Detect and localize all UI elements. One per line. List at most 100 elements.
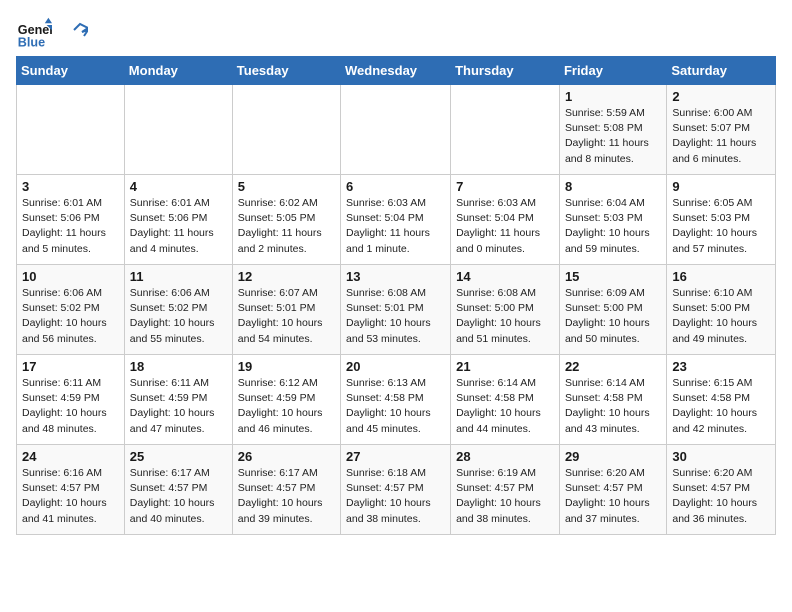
calendar-cell: 5 Sunrise: 6:02 AM Sunset: 5:05 PM Daylig… <box>232 175 340 265</box>
day-number: 13 <box>346 269 445 284</box>
day-number: 17 <box>22 359 119 374</box>
calendar-cell: 19 Sunrise: 6:12 AM Sunset: 4:59 PM Dayli… <box>232 355 340 445</box>
col-header-friday: Friday <box>559 57 666 85</box>
day-info: Sunrise: 6:20 AM Sunset: 4:57 PM Dayligh… <box>565 466 661 527</box>
calendar-cell: 13 Sunrise: 6:08 AM Sunset: 5:01 PM Dayli… <box>341 265 451 355</box>
day-number: 5 <box>238 179 335 194</box>
calendar-cell: 22 Sunrise: 6:14 AM Sunset: 4:58 PM Dayli… <box>559 355 666 445</box>
calendar-table: SundayMondayTuesdayWednesdayThursdayFrid… <box>16 56 776 535</box>
day-number: 14 <box>456 269 554 284</box>
day-number: 25 <box>130 449 227 464</box>
day-number: 24 <box>22 449 119 464</box>
day-number: 15 <box>565 269 661 284</box>
logo-bird-icon <box>60 20 88 48</box>
calendar-cell: 10Sunrise: 6:06 AM Sunset: 5:02 PM Dayli… <box>17 265 125 355</box>
calendar-cell: 17Sunrise: 6:11 AM Sunset: 4:59 PM Dayli… <box>17 355 125 445</box>
day-number: 28 <box>456 449 554 464</box>
col-header-monday: Monday <box>124 57 232 85</box>
calendar-cell: 8 Sunrise: 6:04 AM Sunset: 5:03 PM Daylig… <box>559 175 666 265</box>
day-number: 22 <box>565 359 661 374</box>
calendar-cell: 3Sunrise: 6:01 AM Sunset: 5:06 PM Daylig… <box>17 175 125 265</box>
day-info: Sunrise: 6:10 AM Sunset: 5:00 PM Dayligh… <box>672 286 770 347</box>
day-number: 6 <box>346 179 445 194</box>
day-info: Sunrise: 6:14 AM Sunset: 4:58 PM Dayligh… <box>456 376 554 437</box>
calendar-cell: 20 Sunrise: 6:13 AM Sunset: 4:58 PM Dayli… <box>341 355 451 445</box>
day-info: Sunrise: 5:59 AM Sunset: 5:08 PM Dayligh… <box>565 106 661 167</box>
day-info: Sunrise: 6:08 AM Sunset: 5:00 PM Dayligh… <box>456 286 554 347</box>
svg-text:Blue: Blue <box>18 36 45 50</box>
calendar-cell: 29 Sunrise: 6:20 AM Sunset: 4:57 PM Dayli… <box>559 445 666 535</box>
day-info: Sunrise: 6:04 AM Sunset: 5:03 PM Dayligh… <box>565 196 661 257</box>
day-info: Sunrise: 6:03 AM Sunset: 5:04 PM Dayligh… <box>456 196 554 257</box>
day-number: 3 <box>22 179 119 194</box>
calendar-cell: 24 Sunrise: 6:16 AM Sunset: 4:57 PM Dayli… <box>17 445 125 535</box>
day-info: Sunrise: 6:09 AM Sunset: 5:00 PM Dayligh… <box>565 286 661 347</box>
day-number: 1 <box>565 89 661 104</box>
calendar-cell <box>124 85 232 175</box>
day-info: Sunrise: 6:16 AM Sunset: 4:57 PM Dayligh… <box>22 466 119 527</box>
col-header-sunday: Sunday <box>17 57 125 85</box>
calendar-cell: 16 Sunrise: 6:10 AM Sunset: 5:00 PM Dayli… <box>667 265 776 355</box>
calendar-cell: 6 Sunrise: 6:03 AM Sunset: 5:04 PM Daylig… <box>341 175 451 265</box>
calendar-cell <box>451 85 560 175</box>
day-info: Sunrise: 6:11 AM Sunset: 4:59 PM Dayligh… <box>130 376 227 437</box>
calendar-cell: 25 Sunrise: 6:17 AM Sunset: 4:57 PM Dayli… <box>124 445 232 535</box>
day-info: Sunrise: 6:02 AM Sunset: 5:05 PM Dayligh… <box>238 196 335 257</box>
day-number: 4 <box>130 179 227 194</box>
day-info: Sunrise: 6:03 AM Sunset: 5:04 PM Dayligh… <box>346 196 445 257</box>
day-number: 18 <box>130 359 227 374</box>
day-number: 16 <box>672 269 770 284</box>
day-info: Sunrise: 6:20 AM Sunset: 4:57 PM Dayligh… <box>672 466 770 527</box>
calendar-cell: 11Sunrise: 6:06 AM Sunset: 5:02 PM Dayli… <box>124 265 232 355</box>
day-info: Sunrise: 6:13 AM Sunset: 4:58 PM Dayligh… <box>346 376 445 437</box>
day-number: 9 <box>672 179 770 194</box>
calendar-cell <box>232 85 340 175</box>
day-info: Sunrise: 6:14 AM Sunset: 4:58 PM Dayligh… <box>565 376 661 437</box>
day-info: Sunrise: 6:17 AM Sunset: 4:57 PM Dayligh… <box>130 466 227 527</box>
day-number: 26 <box>238 449 335 464</box>
day-number: 20 <box>346 359 445 374</box>
day-info: Sunrise: 6:06 AM Sunset: 5:02 PM Dayligh… <box>130 286 227 347</box>
day-number: 21 <box>456 359 554 374</box>
calendar-cell: 26Sunrise: 6:17 AM Sunset: 4:57 PM Dayli… <box>232 445 340 535</box>
calendar-cell: 2Sunrise: 6:00 AM Sunset: 5:07 PM Daylig… <box>667 85 776 175</box>
calendar-cell: 28 Sunrise: 6:19 AM Sunset: 4:57 PM Dayli… <box>451 445 560 535</box>
day-number: 27 <box>346 449 445 464</box>
calendar-cell <box>17 85 125 175</box>
header: General Blue <box>16 16 776 52</box>
day-info: Sunrise: 6:07 AM Sunset: 5:01 PM Dayligh… <box>238 286 335 347</box>
day-number: 30 <box>672 449 770 464</box>
col-header-thursday: Thursday <box>451 57 560 85</box>
calendar-cell: 4 Sunrise: 6:01 AM Sunset: 5:06 PM Daylig… <box>124 175 232 265</box>
calendar-cell: 12 Sunrise: 6:07 AM Sunset: 5:01 PM Dayli… <box>232 265 340 355</box>
calendar-cell <box>341 85 451 175</box>
day-info: Sunrise: 6:08 AM Sunset: 5:01 PM Dayligh… <box>346 286 445 347</box>
calendar-cell: 9 Sunrise: 6:05 AM Sunset: 5:03 PM Daylig… <box>667 175 776 265</box>
col-header-saturday: Saturday <box>667 57 776 85</box>
day-info: Sunrise: 6:05 AM Sunset: 5:03 PM Dayligh… <box>672 196 770 257</box>
calendar-cell: 23Sunrise: 6:15 AM Sunset: 4:58 PM Dayli… <box>667 355 776 445</box>
day-number: 12 <box>238 269 335 284</box>
calendar-cell: 15 Sunrise: 6:09 AM Sunset: 5:00 PM Dayli… <box>559 265 666 355</box>
calendar-cell: 7 Sunrise: 6:03 AM Sunset: 5:04 PM Daylig… <box>451 175 560 265</box>
calendar-cell: 21 Sunrise: 6:14 AM Sunset: 4:58 PM Dayli… <box>451 355 560 445</box>
day-info: Sunrise: 6:12 AM Sunset: 4:59 PM Dayligh… <box>238 376 335 437</box>
calendar-cell: 27 Sunrise: 6:18 AM Sunset: 4:57 PM Dayli… <box>341 445 451 535</box>
day-number: 7 <box>456 179 554 194</box>
day-info: Sunrise: 6:19 AM Sunset: 4:57 PM Dayligh… <box>456 466 554 527</box>
day-info: Sunrise: 6:01 AM Sunset: 5:06 PM Dayligh… <box>130 196 227 257</box>
day-info: Sunrise: 6:15 AM Sunset: 4:58 PM Dayligh… <box>672 376 770 437</box>
col-header-tuesday: Tuesday <box>232 57 340 85</box>
calendar-cell: 14 Sunrise: 6:08 AM Sunset: 5:00 PM Dayli… <box>451 265 560 355</box>
day-number: 10 <box>22 269 119 284</box>
day-number: 29 <box>565 449 661 464</box>
day-number: 19 <box>238 359 335 374</box>
logo: General Blue <box>16 16 88 52</box>
day-number: 8 <box>565 179 661 194</box>
calendar-cell: 30 Sunrise: 6:20 AM Sunset: 4:57 PM Dayli… <box>667 445 776 535</box>
calendar-cell: 1 Sunrise: 5:59 AM Sunset: 5:08 PM Daylig… <box>559 85 666 175</box>
logo-icon: General Blue <box>16 16 52 52</box>
calendar-cell: 18 Sunrise: 6:11 AM Sunset: 4:59 PM Dayli… <box>124 355 232 445</box>
day-info: Sunrise: 6:18 AM Sunset: 4:57 PM Dayligh… <box>346 466 445 527</box>
day-number: 2 <box>672 89 770 104</box>
